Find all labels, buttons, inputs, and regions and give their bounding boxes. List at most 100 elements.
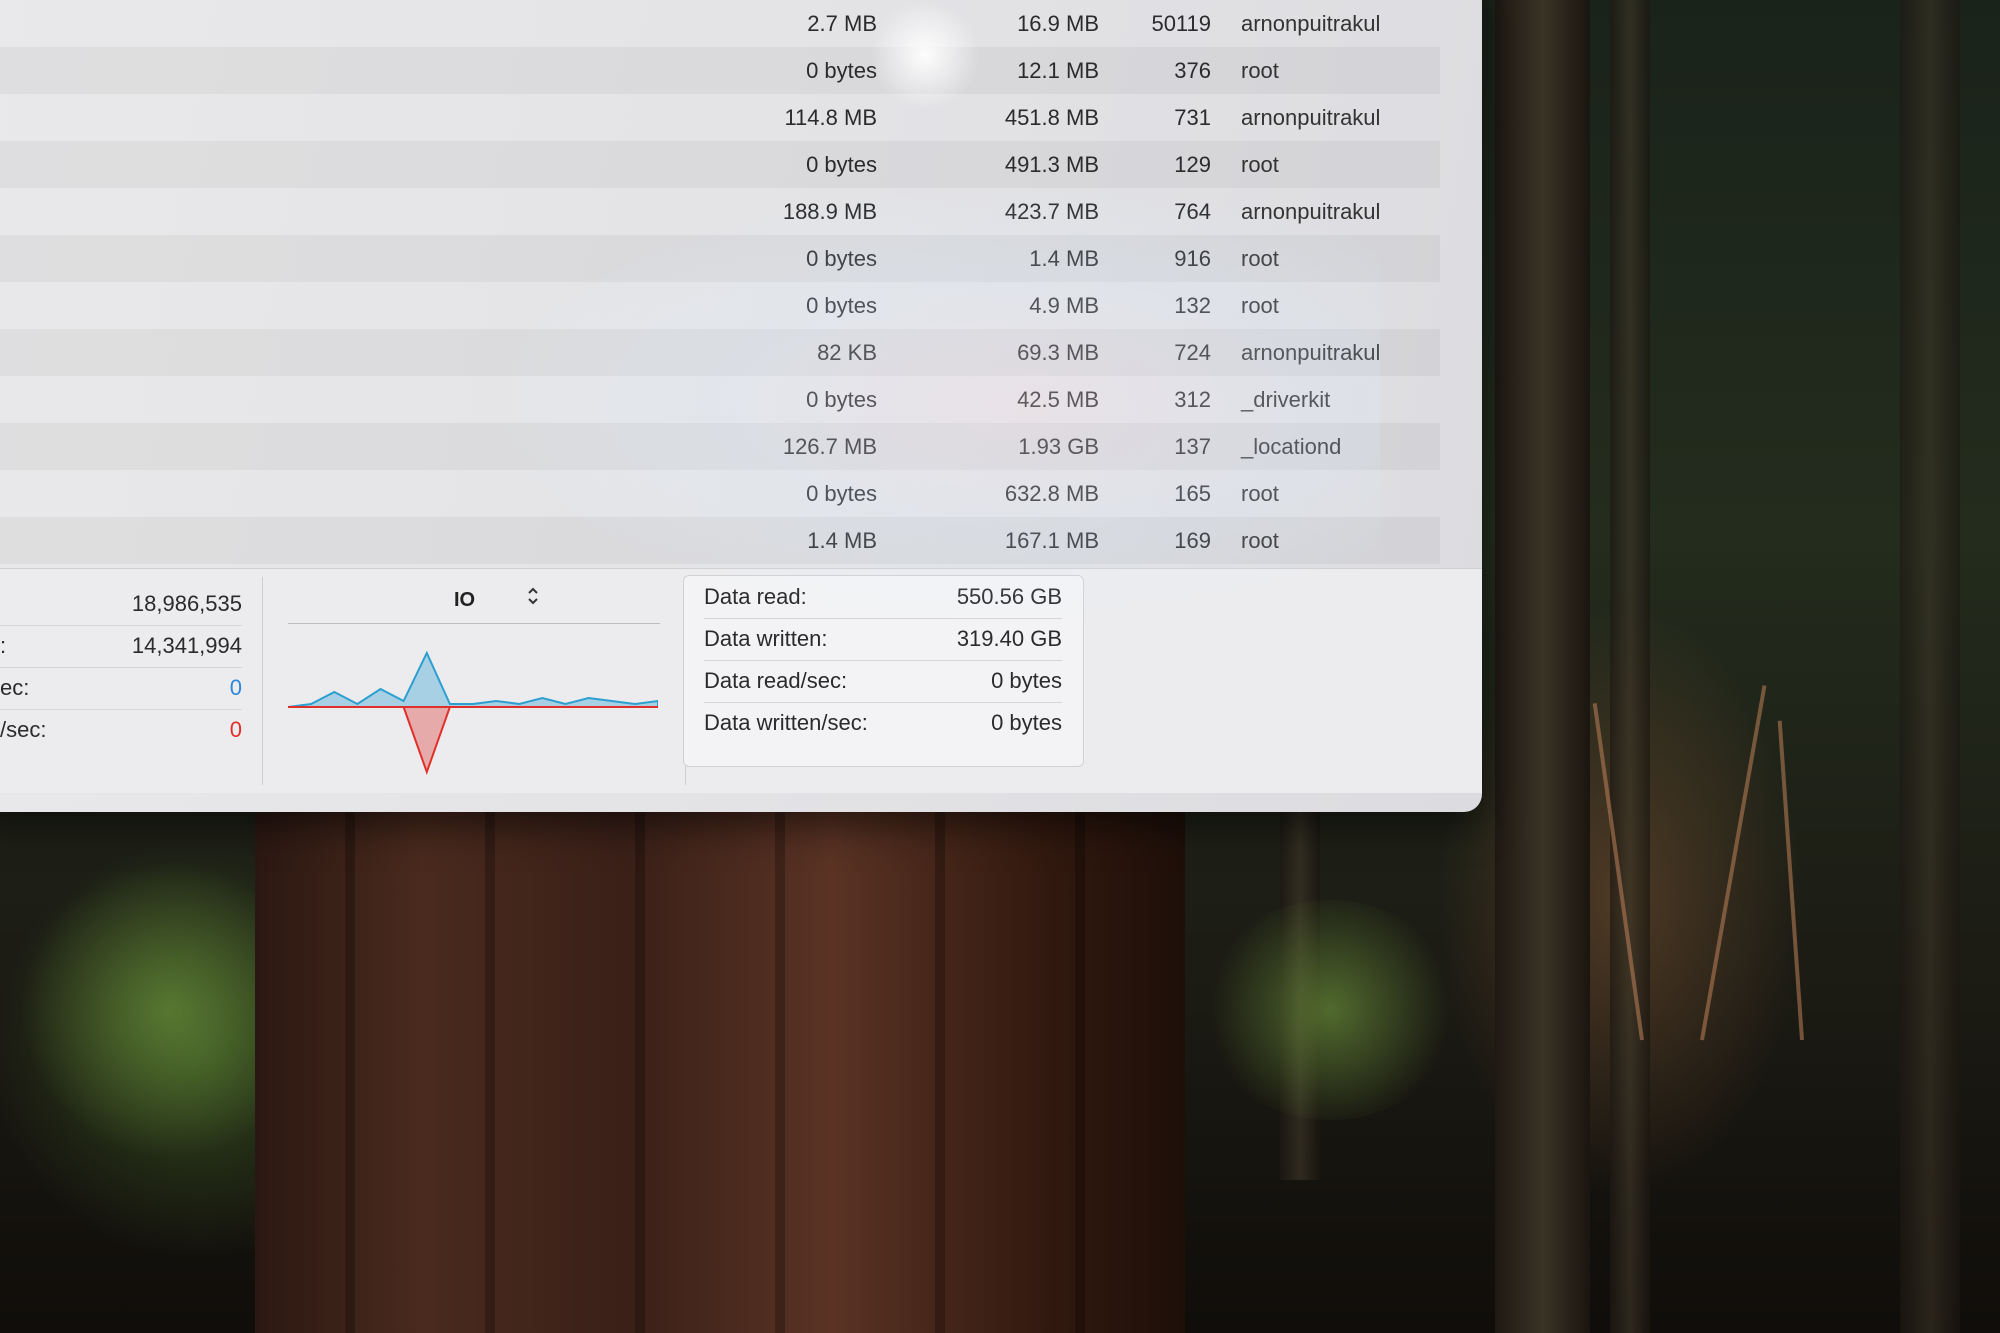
data-written-sec-row: Data written/sec: 0 bytes: [704, 702, 1062, 744]
bytes-sent-cell: 188.9 MB: [782, 199, 877, 224]
memory-cell: 451.8 MB: [1004, 105, 1099, 130]
pid-cell: 764: [1174, 199, 1211, 224]
data-read-sec-row: Data read/sec: 0 bytes: [704, 660, 1062, 703]
user-cell: _locationd: [1241, 434, 1342, 459]
bytes-sent-cell: 126.7 MB: [782, 434, 877, 459]
table-row[interactable]: 188.9 MB 423.7 MB 764 arnonpuitrakul: [0, 188, 1440, 235]
table-row[interactable]: 82 KB 69.3 MB 724 arnonpuitrakul: [0, 329, 1440, 376]
table-row[interactable]: 0 bytes 632.8 MB 165 root: [0, 470, 1440, 517]
bytes-sent-cell: 1.4 MB: [807, 528, 877, 553]
pid-cell: 132: [1174, 293, 1211, 318]
bytes-sent-cell: 0 bytes: [806, 58, 877, 83]
user-cell: root: [1241, 293, 1279, 318]
pid-cell: 724: [1174, 340, 1211, 365]
screen-glare: [870, 0, 980, 110]
user-cell: arnonpuitrakul: [1241, 105, 1381, 130]
user-cell: _driverkit: [1241, 387, 1331, 412]
pid-cell: 165: [1174, 481, 1211, 506]
wallpaper-branch: [1777, 720, 1804, 1041]
graph-type-selector[interactable]: IO: [288, 577, 660, 624]
io-activity-graph: [288, 650, 658, 775]
wallpaper-tree: [1610, 0, 1650, 1333]
reads-sec-row: ec: 0: [0, 667, 242, 710]
pid-cell: 916: [1174, 246, 1211, 271]
data-read-value: 550.56 GB: [956, 584, 1062, 609]
memory-cell: 632.8 MB: [1004, 481, 1099, 506]
writes-sec-value: 0: [229, 717, 242, 742]
io-graph-panel: IO: [262, 577, 686, 785]
bytes-sent-cell: 0 bytes: [806, 246, 877, 271]
user-cell: root: [1241, 528, 1279, 553]
pid-cell: 731: [1174, 105, 1211, 130]
table-row[interactable]: 0 bytes 1.4 MB 916 root: [0, 235, 1440, 282]
table-row[interactable]: 0 bytes 42.5 MB 312 _driverkit: [0, 376, 1440, 423]
data-read-sec-label: Data read/sec:: [704, 668, 848, 693]
up-down-chevron-icon[interactable]: [526, 585, 540, 612]
bytes-sent-cell: 0 bytes: [806, 387, 877, 412]
data-written-value: 319.40 GB: [956, 626, 1062, 651]
bytes-sent-cell: 82 KB: [817, 340, 877, 365]
pid-cell: 137: [1174, 434, 1211, 459]
memory-cell: 16.9 MB: [1017, 11, 1099, 36]
memory-cell: 1.93 GB: [1018, 434, 1099, 459]
bytes-sent-cell: 114.8 MB: [784, 105, 877, 130]
data-written-sec-label: Data written/sec:: [704, 710, 868, 735]
table-row[interactable]: 114.8 MB 451.8 MB 731 arnonpuitrakul: [0, 94, 1440, 141]
table-row[interactable]: 1.4 MB 167.1 MB 169 root: [0, 517, 1440, 564]
reads-sec-label: ec:: [0, 675, 30, 700]
reads-in-row: 18,986,535: [0, 583, 242, 626]
memory-cell: 491.3 MB: [1004, 152, 1099, 177]
writes-sec-label: /sec:: [0, 717, 47, 742]
wallpaper-foliage: [1200, 900, 1460, 1120]
user-cell: root: [1241, 481, 1279, 506]
reads-in-value: 18,986,535: [131, 591, 242, 616]
memory-cell: 4.9 MB: [1029, 293, 1099, 318]
bytes-sent-cell: 0 bytes: [806, 481, 877, 506]
table-row[interactable]: 126.7 MB 1.93 GB 137 _locationd: [0, 423, 1440, 470]
data-read-sec-value: 0 bytes: [991, 668, 1062, 693]
bytes-sent-cell: 2.7 MB: [807, 11, 877, 36]
memory-cell: 12.1 MB: [1017, 58, 1099, 83]
data-written-series: [288, 706, 658, 775]
memory-cell: 69.3 MB: [1017, 340, 1099, 365]
user-cell: root: [1241, 246, 1279, 271]
graph-type-label: IO: [454, 589, 476, 611]
io-summary-panel: Data read: 550.56 GB Data written: 319.4…: [683, 575, 1084, 767]
pid-cell: 376: [1174, 58, 1211, 83]
reads-sec-value: 0: [229, 675, 242, 700]
data-read-series: [288, 650, 658, 708]
table-row[interactable]: 0 bytes 4.9 MB 132 root: [0, 282, 1440, 329]
writes-out-row: : 14,341,994: [0, 625, 242, 668]
data-written-label: Data written:: [704, 626, 828, 651]
process-table[interactable]: 2.7 MB 16.9 MB 50119 arnonpuitrakul 0 bytes 1…: [0, 0, 1440, 564]
writes-out-value: 14,341,994: [131, 633, 242, 658]
table-row[interactable]: 2.7 MB 16.9 MB 50119 arnonpuitrakul: [0, 0, 1440, 47]
table-row[interactable]: 0 bytes 12.1 MB 376 root: [0, 47, 1440, 94]
memory-cell: 167.1 MB: [1004, 528, 1099, 553]
bytes-sent-cell: 0 bytes: [806, 152, 877, 177]
activity-monitor-window: 2.7 MB 16.9 MB 50119 arnonpuitrakul 0 bytes 1…: [0, 0, 1482, 812]
disk-footer-panel: 18,986,535 : 14,341,994 ec: 0 /sec: 0 IO: [0, 568, 1482, 793]
data-read-row: Data read: 550.56 GB: [704, 576, 1062, 619]
user-cell: arnonpuitrakul: [1241, 11, 1381, 36]
pid-cell: 312: [1174, 387, 1211, 412]
user-cell: arnonpuitrakul: [1241, 340, 1381, 365]
writes-out-label: :: [0, 633, 7, 658]
data-written-sec-value: 0 bytes: [991, 710, 1062, 735]
data-written-row: Data written: 319.40 GB: [704, 618, 1062, 661]
io-counts-panel: 18,986,535 : 14,341,994 ec: 0 /sec: 0: [0, 569, 262, 793]
memory-cell: 423.7 MB: [1004, 199, 1099, 224]
user-cell: root: [1241, 152, 1279, 177]
pid-cell: 169: [1174, 528, 1211, 553]
wallpaper-trunk: [255, 780, 1185, 1333]
wallpaper-branch: [1700, 685, 1767, 1041]
memory-cell: 42.5 MB: [1017, 387, 1099, 412]
wallpaper-tree: [1495, 0, 1590, 1333]
wallpaper-tree: [1900, 0, 1960, 1333]
user-cell: root: [1241, 58, 1279, 83]
table-row[interactable]: 0 bytes 491.3 MB 129 root: [0, 141, 1440, 188]
bytes-sent-cell: 0 bytes: [806, 293, 877, 318]
data-read-label: Data read:: [704, 584, 807, 609]
writes-sec-row: /sec: 0: [0, 709, 242, 751]
pid-cell: 50119: [1151, 11, 1211, 36]
